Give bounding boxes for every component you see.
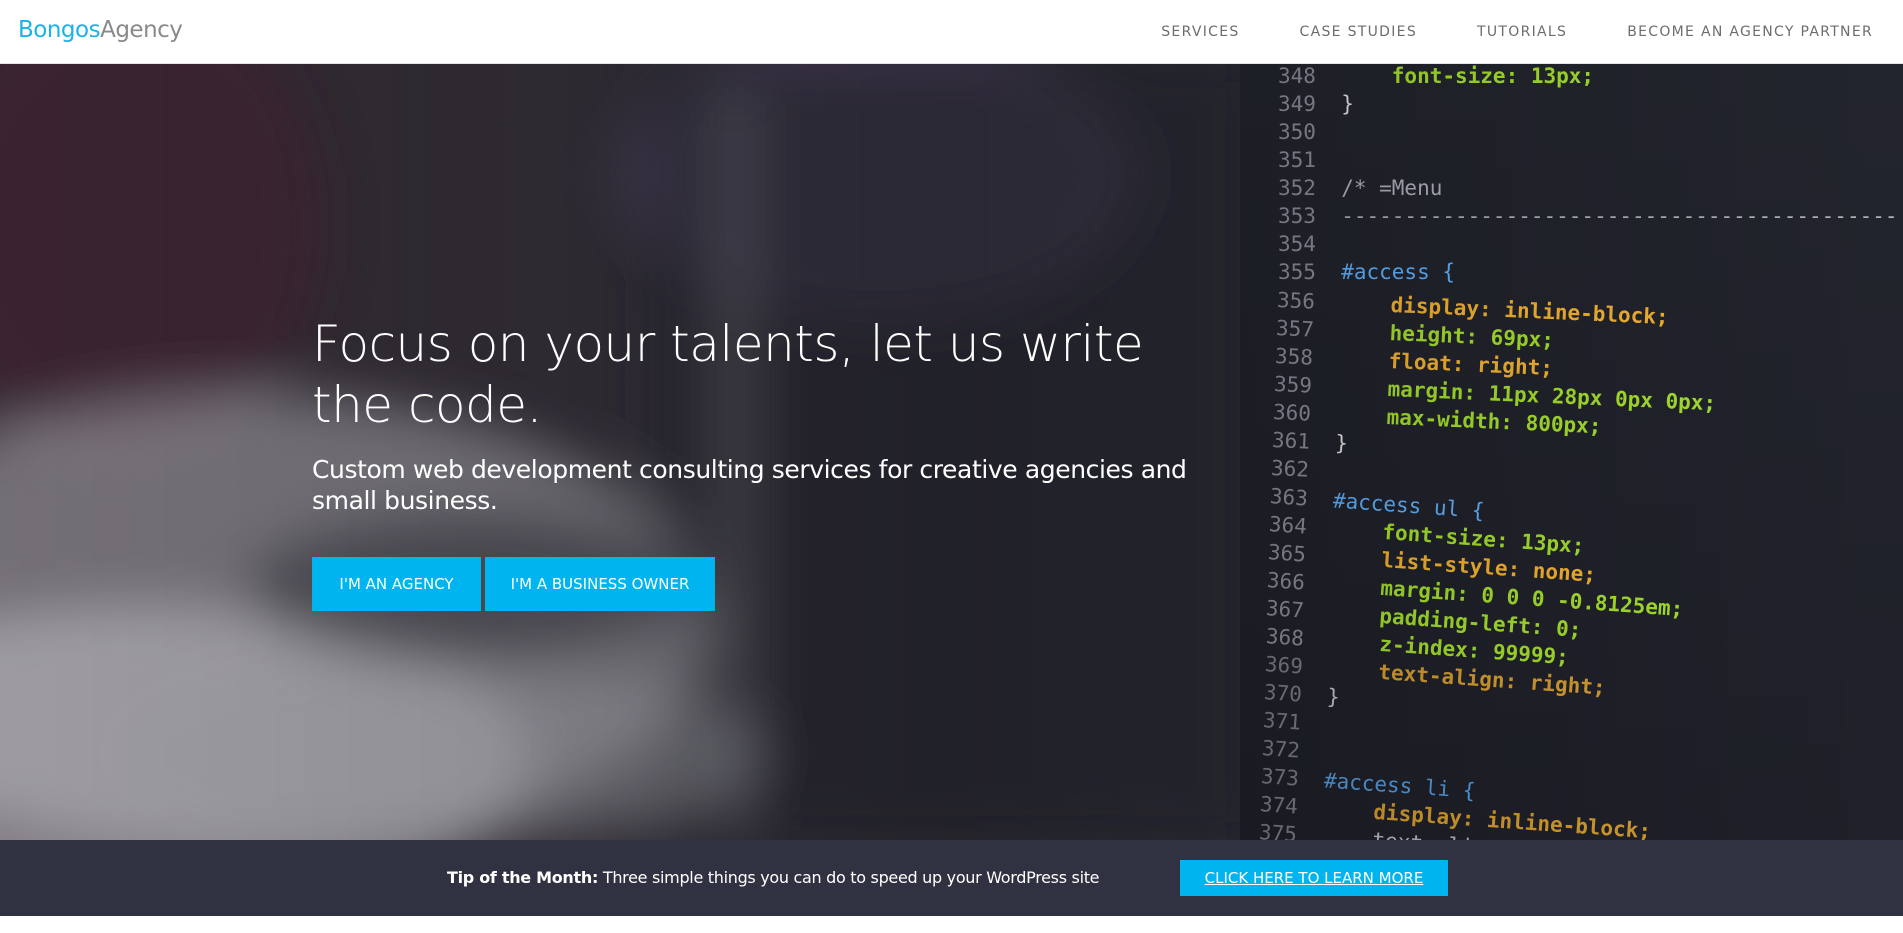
business-owner-button[interactable]: I'M A BUSINESS OWNER <box>485 557 715 611</box>
main-nav: SERVICES CASE STUDIES TUTORIALS BECOME A… <box>1101 0 1873 64</box>
hero-section: 348 font-size: 13px;349 }350 351 352 /* … <box>0 64 1903 840</box>
brand-name-part2: Agency <box>100 17 183 43</box>
brand-logo[interactable]: BongosAgency <box>18 17 183 43</box>
nav-case-studies[interactable]: CASE STUDIES <box>1300 24 1417 40</box>
nav-tutorials[interactable]: TUTORIALS <box>1477 24 1567 40</box>
hero-subtitle: Custom web development consulting servic… <box>312 455 1187 515</box>
tip-label: Tip of the Month: <box>447 868 599 887</box>
agency-button[interactable]: I'M AN AGENCY <box>312 557 481 611</box>
hero-overlay <box>0 64 1903 840</box>
site-header: BongosAgency SERVICES CASE STUDIES TUTOR… <box>0 0 1903 64</box>
hero-title: Focus on your talents, let us write the … <box>312 315 1144 434</box>
tip-text: Three simple things you can do to speed … <box>602 868 1100 887</box>
nav-become-partner[interactable]: BECOME AN AGENCY PARTNER <box>1627 24 1873 40</box>
brand-name-part1: Bongos <box>18 17 101 43</box>
tip-of-month-bar: Tip of the Month: Three simple things yo… <box>0 840 1903 916</box>
tip-text-block: Tip of the Month: Three simple things yo… <box>447 868 1100 887</box>
learn-more-button[interactable]: CLICK HERE TO LEARN MORE <box>1180 860 1448 896</box>
nav-services[interactable]: SERVICES <box>1161 24 1239 40</box>
